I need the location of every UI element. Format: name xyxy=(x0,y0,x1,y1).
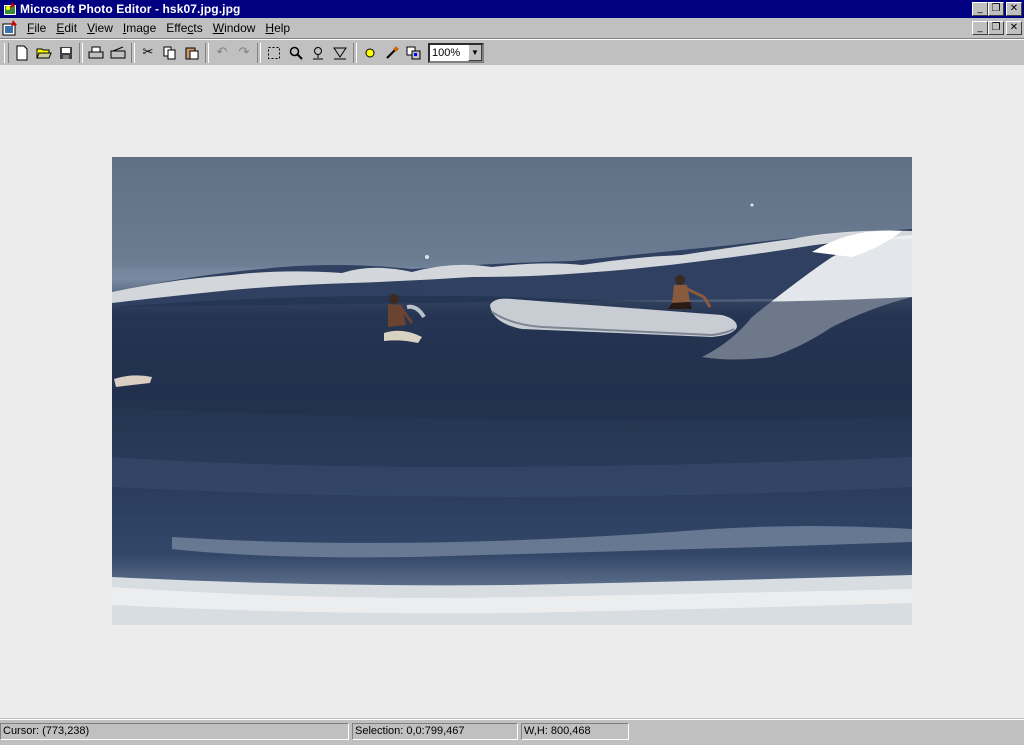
toolbar-separator xyxy=(131,42,135,63)
scan-icon[interactable] xyxy=(107,42,129,64)
menu-bar: File Edit View Image Effects Window Help… xyxy=(0,18,1024,39)
chevron-down-icon[interactable]: ▼ xyxy=(468,44,482,61)
restore-button[interactable]: ❐ xyxy=(988,2,1004,16)
photo-editor-app-icon[interactable] xyxy=(3,2,17,16)
redo-icon[interactable]: ↷ xyxy=(233,42,255,64)
doc-close-button[interactable]: ✕ xyxy=(1006,21,1022,35)
new-icon[interactable] xyxy=(11,42,33,64)
menu-edit[interactable]: Edit xyxy=(51,21,82,35)
status-bar: Cursor: (773,238) Selection: 0,0:799,467… xyxy=(0,719,1024,745)
sharpen-icon[interactable] xyxy=(329,42,351,64)
minimize-button[interactable]: _ xyxy=(972,2,988,16)
smudge-icon[interactable] xyxy=(307,42,329,64)
save-icon[interactable] xyxy=(55,42,77,64)
cursor-position-status: Cursor: (773,238) xyxy=(0,723,349,740)
toolbar-separator xyxy=(353,42,357,63)
balance-icon[interactable] xyxy=(359,42,381,64)
image-workspace[interactable] xyxy=(0,65,1024,718)
cut-icon[interactable]: ✂ xyxy=(137,42,159,64)
toolbar-separator xyxy=(257,42,261,63)
menu-effects[interactable]: Effects xyxy=(161,21,207,35)
undo-icon[interactable]: ↶ xyxy=(211,42,233,64)
zoom-select[interactable]: 100% ▼ xyxy=(428,42,484,63)
print-icon[interactable] xyxy=(85,42,107,64)
selection-status: Selection: 0,0:799,467 xyxy=(352,723,518,740)
effects-icon[interactable] xyxy=(403,42,425,64)
copy-icon[interactable] xyxy=(159,42,181,64)
toolbar: ✂ ↶ ↷ 100% ▼ xyxy=(0,39,1024,65)
menu-view[interactable]: View xyxy=(82,21,118,35)
image-size-status: W,H: 800,468 xyxy=(521,723,629,740)
photo-surfers-image xyxy=(112,157,912,625)
document-icon[interactable] xyxy=(2,20,18,36)
toolbar-separator xyxy=(205,42,209,63)
toolbar-grip[interactable] xyxy=(4,42,9,63)
doc-minimize-button[interactable]: _ xyxy=(972,21,988,35)
open-icon[interactable] xyxy=(33,42,55,64)
zoom-icon[interactable] xyxy=(285,42,307,64)
eyedropper-icon[interactable] xyxy=(381,42,403,64)
zoom-value: 100% xyxy=(432,46,461,59)
menu-help[interactable]: Help xyxy=(260,21,295,35)
window-title: Microsoft Photo Editor - hsk07.jpg.jpg xyxy=(20,2,241,16)
doc-restore-button[interactable]: ❐ xyxy=(988,21,1004,35)
close-button[interactable]: ✕ xyxy=(1006,2,1022,16)
menu-file[interactable]: File xyxy=(22,21,51,35)
title-bar: Microsoft Photo Editor - hsk07.jpg.jpg _… xyxy=(0,0,1024,18)
photo-canvas[interactable] xyxy=(112,157,912,625)
menu-window[interactable]: Window xyxy=(208,21,261,35)
select-icon[interactable] xyxy=(263,42,285,64)
paste-icon[interactable] xyxy=(181,42,203,64)
menu-image[interactable]: Image xyxy=(118,21,161,35)
toolbar-separator xyxy=(79,42,83,63)
